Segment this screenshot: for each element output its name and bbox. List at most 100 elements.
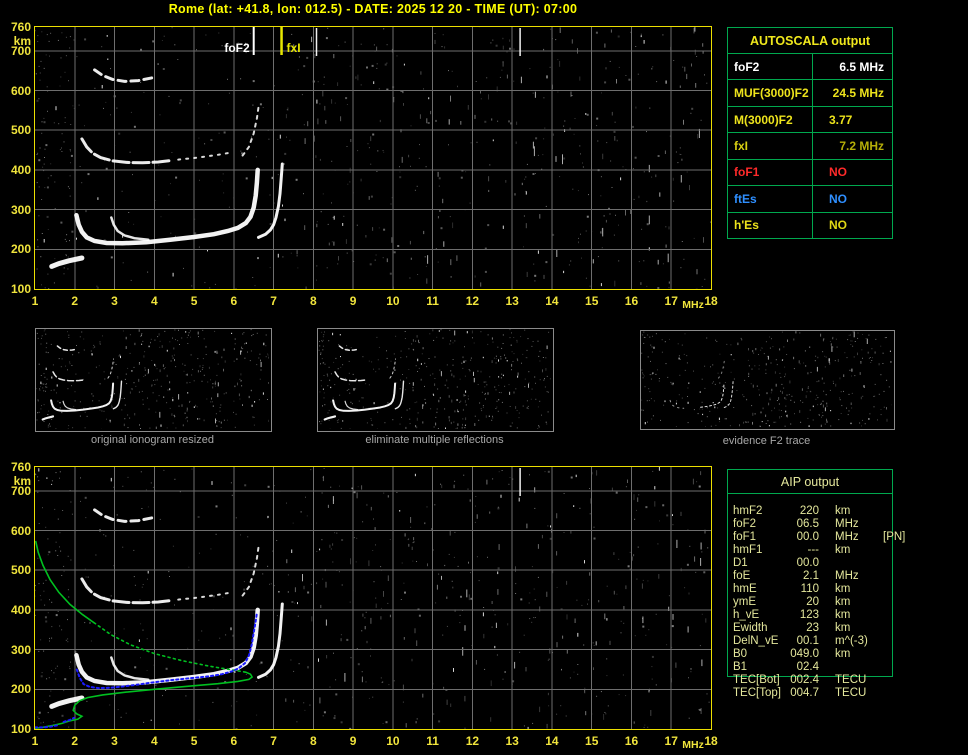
aip-l: hmF2 (733, 504, 763, 517)
autoscala-app-window: Rome (lat: +41.8, lon: 012.5) - DATE: 20… (0, 0, 968, 755)
grid-layer (35, 467, 711, 729)
autoscala-row-muf-3000-f2: MUF(3000)F2 24.5 MHz (728, 79, 892, 106)
svg-text:foF2: foF2 (224, 41, 250, 55)
top-x-axis-tick: 15 (585, 294, 599, 308)
thumbnail-caption-eliminate: eliminate multiple reflections (365, 434, 504, 446)
aip-v: 123 (799, 608, 819, 621)
thumbnail-eliminate-image (318, 329, 551, 430)
autoscala-table-rows: foF2 6.5 MHz MUF(3000)F2 24.5 MHz M(3000)F2 3… (728, 53, 892, 238)
autoscala-row-fof1: foF1 NO (728, 158, 892, 186)
aip-u: km (835, 608, 851, 621)
parameter-value: NO (829, 218, 847, 233)
parameter-value: 24.5 MHz (832, 86, 884, 101)
aip-u: TECU (835, 673, 867, 686)
noise-layer (641, 331, 893, 429)
top-x-axis-tick: 6 (230, 294, 238, 308)
plot-frame (34, 466, 712, 730)
aip-row-deln-ve: DelN_vE 00.1 m^(-3) (733, 634, 963, 647)
autoscala-row-fxi: fxI 7.2 MHz (728, 132, 892, 159)
aip-row-b1: B1 02.4 (733, 660, 963, 673)
aip-row-tec-bot-: TEC[Bot] 002.4 TECU (733, 673, 963, 686)
page-title: Rome (lat: +41.8, lon: 012.5) - DATE: 20… (168, 2, 578, 16)
aip-l: foF2 (733, 517, 757, 530)
parameter-label: M(3000)F2 (728, 106, 813, 133)
aip-row-fof2: foF2 06.5 MHz (733, 517, 963, 530)
bottom-x-axis-tick: 1 (31, 734, 39, 748)
thumbnail-original-ionogram (35, 328, 272, 432)
top-y-axis-tick: 600 (10, 83, 31, 98)
bottom-km-unit-label: km (13, 474, 31, 488)
aip-l: hmF1 (733, 543, 763, 556)
thumbnail-evidence-f2 (640, 330, 895, 430)
bottom-y-axis-tick: 500 (10, 563, 31, 578)
bottom-y-axis-tick: 200 (10, 682, 31, 697)
autoscala-row-ftes: ftEs NO (728, 185, 892, 212)
aip-l: h_vE (733, 608, 760, 621)
aip-row-fof1: foF1 00.0 MHz [PN] (733, 530, 963, 543)
aip-row-hmf1: hmF1 --- km (733, 543, 963, 556)
aip-v: 00.0 (796, 530, 819, 543)
bottom-x-axis-tick: 4 (150, 734, 158, 748)
bottom-x-axis-tick: 14 (545, 734, 559, 748)
parameter-label: foF2 (728, 54, 813, 80)
aip-table-header: AIP output (728, 470, 892, 494)
aip-l: B0 (733, 647, 748, 660)
autoscala-row-h-es: h'Es NO (728, 211, 892, 238)
aip-row-hme: hmE 110 km (733, 582, 963, 595)
top-x-axis-tick: 9 (349, 294, 357, 308)
bottom-x-axis-tick: 7 (270, 734, 277, 748)
trace-layer (323, 345, 405, 421)
aip-row-b0: B0 049.0 km (733, 647, 963, 660)
aip-l: D1 (733, 556, 748, 569)
aip-u: km (835, 647, 851, 660)
top-x-axis-tick: 1 (31, 294, 39, 308)
aip-v: 02.4 (796, 660, 819, 673)
parameter-label: MUF(3000)F2 (728, 80, 813, 106)
bottom-x-axis-tick: 9 (349, 734, 357, 748)
bottom-mhz-unit-label: MHz (682, 739, 704, 751)
aip-v: --- (807, 543, 820, 556)
parameter-label: foF1 (728, 159, 813, 186)
aip-l: TEC[Top] (733, 686, 781, 699)
parameter-label: ftEs (728, 186, 813, 212)
parameter-value: NO (829, 191, 847, 206)
bottom-x-axis-tick: 15 (585, 734, 599, 748)
aip-row-foe: foE 2.1 MHz (733, 569, 963, 582)
noise-layer (36, 329, 270, 430)
aip-v: 004.7 (790, 686, 819, 699)
aip-row-d1: D1 00.0 (733, 556, 963, 569)
noise-layer (318, 329, 551, 430)
aip-l: foE (733, 569, 751, 582)
aip-v: 049.0 (790, 647, 819, 660)
noise-layer (34, 26, 711, 290)
bottom-x-axis-tick: 5 (190, 734, 198, 748)
thumbnail-caption-original: original ionogram resized (91, 434, 214, 446)
aip-u: km (835, 595, 851, 608)
bottom-x-axis-tick: 12 (465, 734, 480, 748)
autoscala-table: AUTOSCALA output foF2 6.5 MHz MUF(3000)F2 2… (727, 27, 893, 239)
aip-u: km (835, 504, 851, 517)
bottom-x-axis-tick: 8 (310, 734, 317, 748)
top-x-axis-tick: 10 (386, 294, 400, 308)
bottom-x-axis-tick: 10 (386, 734, 400, 748)
top-x-axis-tick: 16 (624, 294, 639, 308)
top-x-axis-tick: 2 (71, 294, 79, 308)
aip-u: km (835, 582, 851, 595)
thumbnail-evidence-image (641, 331, 893, 429)
parameter-label: h'Es (728, 212, 813, 238)
top-x-axis-tick: 17 (664, 294, 678, 308)
top-y-axis-tick: 200 (10, 242, 31, 257)
top-x-axis-tick: 13 (505, 294, 519, 308)
aip-v: 00.1 (796, 634, 819, 647)
aip-u: MHz (835, 530, 859, 543)
top-x-axis-tick: 8 (310, 294, 317, 308)
aip-u: km (835, 621, 851, 634)
top-x-axis-tick: 14 (545, 294, 559, 308)
bottom-x-axis-tick: 13 (505, 734, 519, 748)
aip-l: ymE (733, 595, 756, 608)
top-y-axis-tick: 760 (10, 20, 31, 34)
aip-table: hmF2 220 km foF2 06.5 MHz foF1 00.0 MHz [PN] hmF1 -… (733, 504, 963, 699)
trace-layer (41, 345, 123, 421)
bottom-x-axis-tick: 3 (111, 734, 118, 748)
parameter-value: NO (829, 165, 847, 180)
